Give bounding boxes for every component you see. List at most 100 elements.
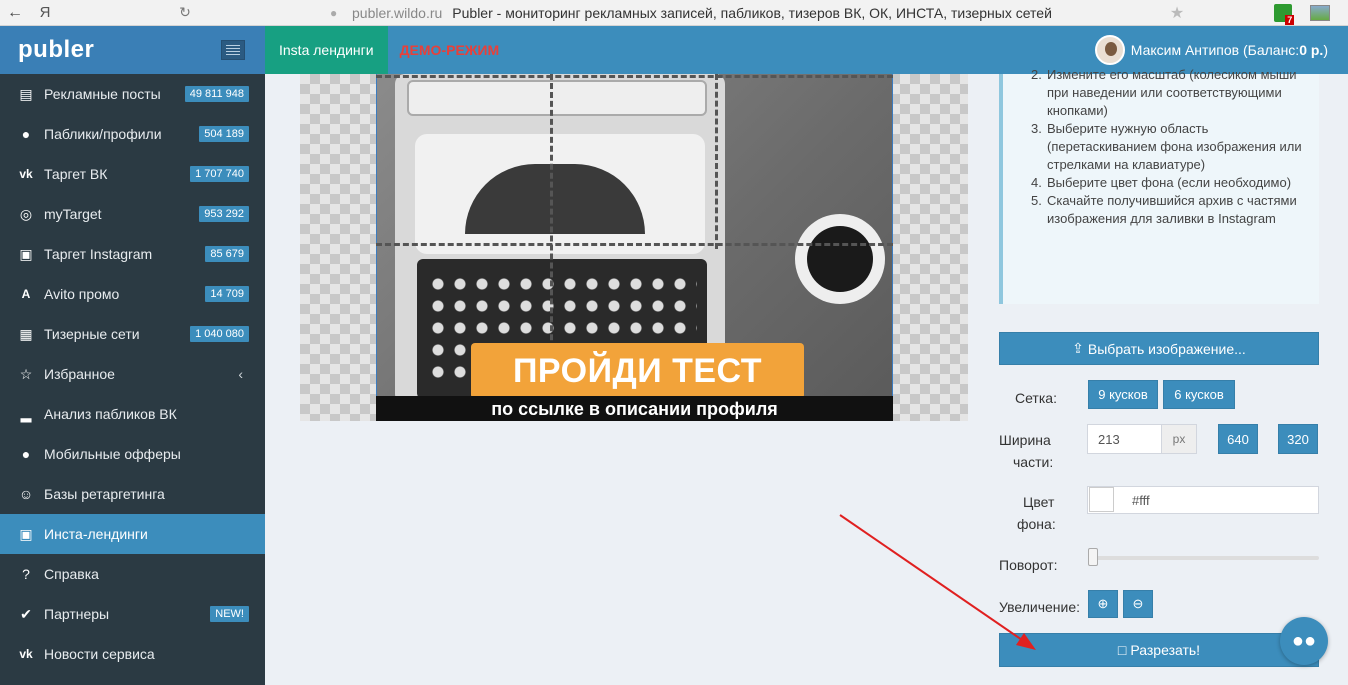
instruction-number: 4.	[1031, 175, 1042, 190]
sidebar-item-label: Мобильные офферы	[44, 446, 181, 462]
zoom-in-button[interactable]: ⊕	[1088, 590, 1118, 618]
sidebar-item-label: Тизерные сети	[44, 326, 140, 342]
sidebar-item-label: Справка	[44, 566, 99, 582]
bookmark-star-icon[interactable]: ★	[1170, 3, 1184, 23]
vk-icon: vk	[19, 167, 33, 181]
instagram-icon: ▣	[19, 525, 33, 542]
chevron-left-icon: ‹	[238, 366, 243, 382]
image-caption: по ссылке в описании профиля	[376, 396, 893, 421]
user-name: Максим Антипов	[1130, 42, 1240, 58]
avito-icon: A	[21, 287, 31, 301]
user-menu[interactable]: Максим Антипов (Баланс: 0 р.)	[1094, 35, 1328, 65]
browser-toolbar: ← Я ↻ ● publer.wildo.ru Publer - монитор…	[0, 0, 1348, 26]
lock-icon: ●	[330, 5, 338, 20]
zoom-in-icon: ⊕	[1097, 596, 1109, 611]
sidebar-item[interactable]: ▂ Анализ пабликов ВК	[0, 394, 265, 434]
choose-image-label: Выбрать изображение...	[1087, 340, 1246, 357]
tab-insta-landings[interactable]: Insta лендинги	[265, 26, 388, 74]
sidebar-item-label: Рекламные посты	[44, 86, 161, 102]
sidebar-nav: ▤ Рекламные посты 49 811 948 ● Паблики/профи…	[0, 74, 265, 674]
width-label-line1: Ширина	[999, 432, 1051, 448]
grid-label: Сетка:	[1015, 390, 1057, 406]
sidebar-item-label: Паблики/профили	[44, 126, 162, 142]
count-badge: NEW!	[210, 606, 249, 622]
instruction-number: 3.	[1031, 121, 1042, 136]
sidebar-item[interactable]: ● Мобильные офферы	[0, 434, 265, 474]
sidebar-item[interactable]: ☆ Избранное ‹	[0, 354, 265, 394]
width-label-line2: части:	[1013, 454, 1054, 470]
count-badge: 85 679	[205, 246, 249, 262]
sidebar-item-label: Инста-лендинги	[44, 526, 148, 542]
sidebar-item[interactable]: ▣ Инста-лендинги	[0, 514, 265, 554]
check-icon: ✔	[20, 605, 32, 622]
rotate-slider-handle[interactable]	[1088, 548, 1098, 566]
sidebar-item[interactable]: vk Новости сервиса	[0, 634, 265, 674]
instruction-item: 3. Выберите нужную область (перетаскивани…	[1031, 120, 1319, 174]
width-320-button[interactable]: 320	[1278, 424, 1318, 454]
instagram-icon: ▣	[19, 245, 33, 262]
sidebar-item[interactable]: ? Справка	[0, 554, 265, 594]
yandex-icon[interactable]: Я	[30, 4, 60, 21]
grid-line	[715, 74, 718, 249]
bg-label-line1: Цвет	[1023, 494, 1055, 510]
sidebar-item-label: Таргет ВК	[44, 166, 108, 182]
chart-icon: ▂	[20, 405, 32, 422]
choose-image-button[interactable]: ⇪ Выбрать изображение...	[999, 332, 1319, 365]
grid-line	[376, 243, 893, 246]
instruction-item: 2. Измените его масштаб (колесиком мыши п…	[1031, 66, 1319, 120]
image-headline: ПРОЙДИ ТЕСТ	[471, 343, 804, 399]
bg-color-input[interactable]: #fff	[1087, 486, 1319, 514]
instruction-item: 5. Скачайте получившийся архив с частями …	[1031, 192, 1319, 228]
grid-9-button[interactable]: 9 кусков	[1088, 380, 1158, 409]
width-unit: px	[1161, 424, 1197, 454]
balance-prefix: (Баланс:	[1242, 42, 1300, 58]
menu-toggle-icon[interactable]	[221, 40, 245, 60]
zoom-out-button[interactable]: ⊖	[1123, 590, 1153, 618]
sidebar-item[interactable]: ✔ Партнеры NEW!	[0, 594, 265, 634]
zoom-out-icon: ⊖	[1132, 596, 1144, 611]
extension-icon[interactable]: 7	[1274, 3, 1295, 25]
sidebar-item[interactable]: ☺ Базы ретаргетинга	[0, 474, 265, 514]
logo-bar: publer	[0, 26, 265, 74]
sidebar-item-label: Avito промо	[44, 286, 120, 302]
sidebar-item[interactable]: ▤ Рекламные посты 49 811 948	[0, 74, 265, 114]
address-bar[interactable]: publer.wildo.ru	[352, 5, 442, 21]
bg-label-line2: фона:	[1017, 516, 1056, 532]
width-640-button[interactable]: 640	[1218, 424, 1258, 454]
count-badge: 49 811 948	[184, 86, 249, 102]
upload-icon: ⇪	[1072, 340, 1084, 356]
sidebar-item[interactable]: ▣ Таргет Instagram 85 679	[0, 234, 265, 274]
balance-value: 0 р.	[1299, 42, 1324, 58]
sidebar-item-label: Таргет Instagram	[44, 246, 153, 262]
coffee-cup-image	[795, 214, 885, 304]
color-swatch[interactable]	[1089, 487, 1114, 512]
sidebar-item[interactable]: ● Паблики/профили 504 189	[0, 114, 265, 154]
cut-button[interactable]: □ Разрезать!	[999, 633, 1319, 667]
back-button[interactable]: ←	[0, 4, 30, 22]
reload-button[interactable]: ↻	[170, 4, 200, 21]
grid-6-button[interactable]: 6 кусков	[1163, 380, 1235, 409]
count-badge: 1 040 080	[190, 326, 249, 342]
question-icon: ?	[22, 566, 30, 582]
instruction-number: 5.	[1031, 193, 1042, 208]
count-badge: 953 292	[199, 206, 249, 222]
sidebar-item[interactable]: ▦ Тизерные сети 1 040 080	[0, 314, 265, 354]
sidebar-item[interactable]: A Avito промо 14 709	[0, 274, 265, 314]
grid-line	[376, 75, 893, 78]
logo[interactable]: publer	[18, 36, 94, 64]
demo-mode-label: ДЕМО-РЕЖИМ	[399, 42, 500, 58]
image-extension-icon[interactable]	[1310, 4, 1331, 21]
sidebar-item[interactable]: ◎ myTarget 953 292	[0, 194, 265, 234]
avatar[interactable]	[1094, 35, 1125, 65]
balance-suffix: )	[1323, 42, 1328, 58]
chat-icon[interactable]: ●●	[1280, 617, 1328, 665]
file-icon: □	[1117, 642, 1127, 658]
instructions-box: 2. Измените его масштаб (колесиком мыши п…	[999, 67, 1319, 304]
instructions-list: 2. Измените его масштаб (колесиком мыши п…	[1031, 66, 1319, 228]
width-input[interactable]: 213	[1087, 424, 1162, 454]
instruction-text: Выберите цвет фона (если необходимо)	[1047, 175, 1292, 190]
vk-icon: vk	[19, 647, 33, 661]
rotate-slider-track[interactable]	[1090, 556, 1319, 560]
sidebar-item[interactable]: vk Таргет ВК 1 707 740	[0, 154, 265, 194]
newspaper-icon: ▤	[19, 85, 33, 102]
